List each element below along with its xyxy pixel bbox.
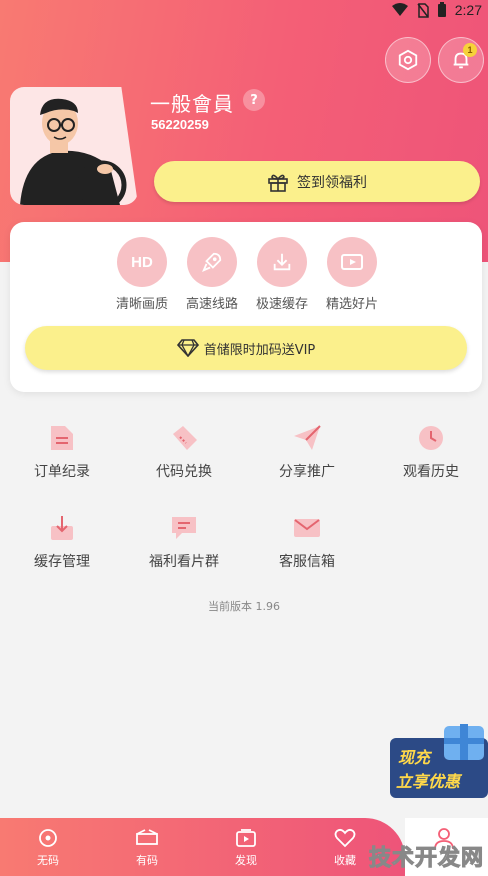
mail-icon: [252, 513, 362, 543]
diamond-icon: [176, 339, 199, 357]
hd-icon: HD: [117, 237, 167, 287]
app-version: 当前版本 1.96: [208, 600, 280, 613]
feature-label: 高速线路: [185, 297, 238, 312]
vip-promo-label: 首储限时加码送VIP: [203, 342, 316, 358]
menu-label: 代码兑换: [156, 464, 212, 480]
signin-reward-button[interactable]: 签到领福利: [154, 161, 480, 202]
menu-label: 观看历史: [403, 464, 459, 480]
chat-icon: [129, 513, 239, 543]
feature-hd[interactable]: HD 清晰画质: [104, 237, 180, 312]
no-sim-icon: [417, 2, 429, 18]
menu-label: 客服信箱: [279, 554, 335, 570]
download-icon: [7, 513, 117, 543]
download-icon: [257, 237, 307, 287]
status-bar: 2:27: [0, 0, 488, 24]
promo-line2: 立享优惠: [396, 772, 461, 791]
tab-uncensored[interactable]: 无码: [18, 826, 78, 868]
menu-cache-manage[interactable]: 缓存管理: [7, 513, 117, 571]
menu-code-redeem[interactable]: 代码兑换: [129, 423, 239, 481]
heart-icon: [315, 826, 375, 850]
user-id: 56220259: [151, 117, 209, 132]
menu-label: 订单纪录: [34, 464, 90, 480]
battery-icon: [437, 2, 446, 17]
menu-watch-history[interactable]: 观看历史: [376, 423, 486, 481]
help-button[interactable]: ?: [243, 89, 265, 111]
paper-plane-icon: [252, 423, 362, 453]
clock-icon: [376, 423, 486, 453]
menu-order-history[interactable]: 订单纪录: [7, 423, 117, 481]
menu-label: 分享推广: [279, 464, 335, 480]
feature-label: 精选好片: [325, 297, 378, 312]
promo-line1: 现充: [398, 748, 431, 767]
avatar-cartoon-man: [20, 98, 127, 205]
rocket-icon: [187, 237, 237, 287]
recharge-promo-banner[interactable]: 现充 立享优惠: [390, 724, 488, 799]
status-time: 2:27: [454, 2, 482, 18]
gift-icon: [268, 174, 288, 192]
menu-share-promote[interactable]: 分享推广: [252, 423, 362, 481]
feature-fast-cache[interactable]: 极速缓存: [244, 237, 320, 312]
tab-discover[interactable]: 发现: [216, 826, 276, 868]
document-icon: [7, 423, 117, 453]
film-icon: [117, 826, 177, 850]
settings-hexagon-icon: [398, 49, 418, 71]
disc-icon: [18, 826, 78, 850]
settings-button[interactable]: [385, 37, 431, 83]
menu-label: 福利看片群: [149, 554, 219, 570]
signin-label: 签到领福利: [297, 174, 367, 191]
video-icon: [216, 826, 276, 850]
feature-label: 极速缓存: [255, 297, 308, 312]
tab-label: 收藏: [334, 854, 356, 867]
tab-label: 发现: [235, 854, 257, 867]
notification-button[interactable]: 1: [438, 37, 484, 83]
avatar[interactable]: [10, 87, 138, 205]
menu-welfare-group[interactable]: 福利看片群: [129, 513, 239, 571]
tab-censored[interactable]: 有码: [117, 826, 177, 868]
user-name: 一般會員: [150, 92, 234, 116]
tab-label: 有码: [136, 854, 158, 867]
menu-label: 缓存管理: [34, 554, 90, 570]
wifi-icon: [391, 3, 408, 16]
tab-favorites[interactable]: 收藏: [315, 826, 375, 868]
play-icon: [327, 237, 377, 287]
menu-support-mailbox[interactable]: 客服信箱: [252, 513, 362, 571]
notification-badge: 1: [463, 43, 477, 57]
vip-promo-button[interactable]: 首储限时加码送VIP: [25, 326, 467, 370]
watermark-text: 技术开发网: [368, 846, 484, 872]
feature-fast-route[interactable]: 高速线路: [174, 237, 250, 312]
tab-label: 无码: [37, 854, 59, 867]
feature-label: 清晰画质: [115, 297, 168, 312]
feature-selected-films[interactable]: 精选好片: [314, 237, 390, 312]
ticket-icon: [129, 423, 239, 453]
features-card: HD 清晰画质 高速线路 极速缓存 精选好片 首储限时加码送VIP: [10, 222, 482, 392]
